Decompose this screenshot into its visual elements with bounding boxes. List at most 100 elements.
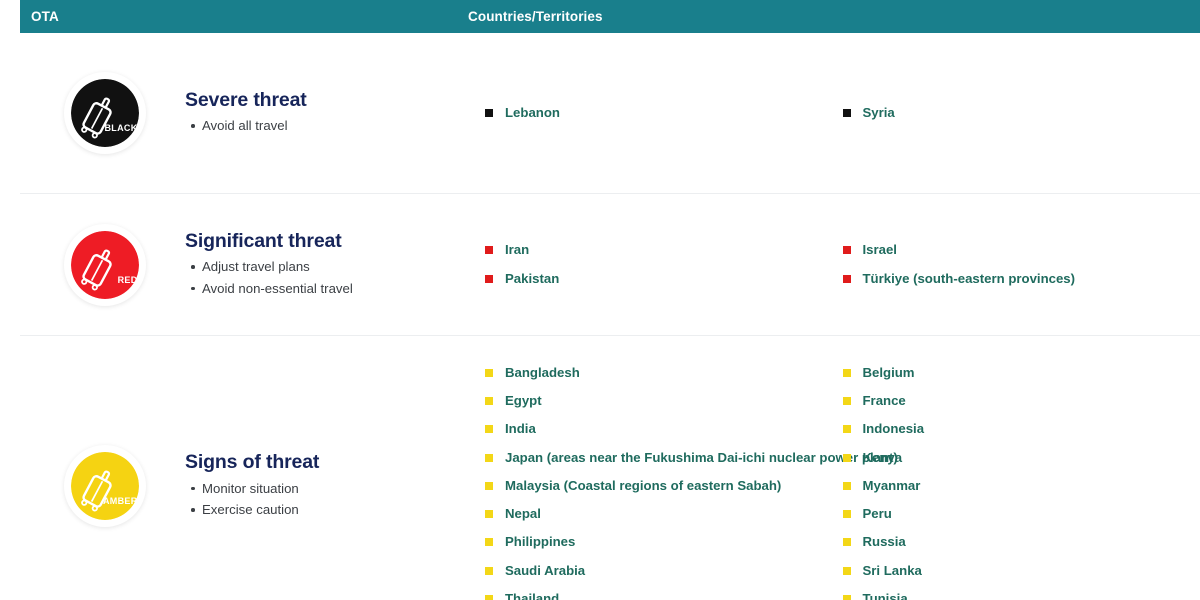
marker-square-icon: [843, 482, 851, 490]
country-item[interactable]: Japan (areas near the Fukushima Dai-ichi…: [485, 444, 843, 472]
country-item[interactable]: Kenya: [843, 444, 1200, 472]
badge-cell-red: RED: [20, 224, 185, 306]
country-item[interactable]: Peru: [843, 500, 1200, 528]
marker-square-icon: [843, 595, 851, 600]
suitcase-icon: [71, 79, 139, 147]
marker-square-icon: [485, 510, 493, 518]
country-name: Tunisia: [863, 591, 908, 600]
country-name: India: [505, 421, 536, 436]
threat-title-amber: Signs of threat: [185, 451, 485, 474]
marker-square-icon: [843, 454, 851, 462]
country-item[interactable]: Thailand: [485, 585, 843, 600]
marker-square-icon: [485, 595, 493, 600]
country-name: Egypt: [505, 393, 542, 408]
country-item[interactable]: Russia: [843, 528, 1200, 556]
country-item[interactable]: France: [843, 387, 1200, 415]
threat-title-red: Significant threat: [185, 230, 485, 253]
travel-threat-level-table: OTA Countries/Territories: [0, 0, 1200, 600]
country-name: Lebanon: [505, 105, 560, 120]
country-name: Saudi Arabia: [505, 563, 585, 578]
country-name: Türkiye (south-eastern provinces): [863, 271, 1076, 286]
marker-square-icon: [485, 369, 493, 377]
country-name: Israel: [863, 242, 897, 257]
country-name: Japan (areas near the Fukushima Dai-ichi…: [505, 450, 898, 465]
country-item[interactable]: Bangladesh: [485, 359, 843, 387]
label-cell-black: Severe threat Avoid all travel: [185, 89, 485, 137]
threat-row-red: RED Significant threat Adjust travel pla…: [20, 194, 1200, 336]
country-item[interactable]: Saudi Arabia: [485, 557, 843, 585]
country-column-left-black: Lebanon: [485, 99, 843, 127]
country-name: Myanmar: [863, 478, 921, 493]
country-column-left-red: Iran Pakistan: [485, 236, 843, 292]
country-item[interactable]: Egypt: [485, 387, 843, 415]
threat-actions-black: Avoid all travel: [185, 115, 485, 137]
country-item[interactable]: Philippines: [485, 528, 843, 556]
country-item[interactable]: Lebanon: [485, 99, 843, 127]
marker-square-icon: [843, 275, 851, 283]
threat-action: Avoid non-essential travel: [202, 278, 485, 300]
country-name: Iran: [505, 242, 529, 257]
country-column-left-amber: Bangladesh Egypt India Japan (areas near…: [485, 359, 843, 600]
marker-square-icon: [485, 397, 493, 405]
column-header-countries: Countries/Territories: [468, 9, 603, 24]
marker-square-icon: [485, 246, 493, 254]
threat-action: Monitor situation: [202, 478, 485, 500]
marker-square-icon: [485, 567, 493, 575]
marker-square-icon: [843, 538, 851, 546]
country-name: Bangladesh: [505, 365, 580, 380]
countries-cell-black: Lebanon Syria: [485, 99, 1200, 127]
country-column-right-black: Syria: [843, 99, 1200, 127]
country-item[interactable]: Türkiye (south-eastern provinces): [843, 265, 1200, 293]
suitcase-icon: [71, 452, 139, 520]
threat-action: Exercise caution: [202, 499, 485, 521]
country-item[interactable]: Syria: [843, 99, 1200, 127]
threat-row-amber: AMBER Signs of threat Monitor situation …: [20, 336, 1200, 600]
country-name: Philippines: [505, 534, 575, 549]
country-name: Malaysia (Coastal regions of eastern Sab…: [505, 478, 781, 493]
country-item[interactable]: India: [485, 415, 843, 443]
threat-action: Avoid all travel: [202, 115, 485, 137]
country-item[interactable]: Indonesia: [843, 415, 1200, 443]
country-name: Syria: [863, 105, 895, 120]
country-column-right-red: Israel Türkiye (south-eastern provinces): [843, 236, 1200, 292]
marker-square-icon: [485, 454, 493, 462]
country-item[interactable]: Belgium: [843, 359, 1200, 387]
countries-cell-red: Iran Pakistan Israel Türkiye (south-east…: [485, 236, 1200, 292]
marker-square-icon: [843, 510, 851, 518]
country-name: Thailand: [505, 591, 559, 600]
country-item[interactable]: Tunisia: [843, 585, 1200, 600]
label-cell-amber: Signs of threat Monitor situation Exerci…: [185, 451, 485, 520]
country-item[interactable]: Myanmar: [843, 472, 1200, 500]
threat-title-black: Severe threat: [185, 89, 485, 112]
threat-actions-red: Adjust travel plans Avoid non-essential …: [185, 256, 485, 299]
label-cell-red: Significant threat Adjust travel plans A…: [185, 230, 485, 299]
marker-square-icon: [485, 425, 493, 433]
country-name: France: [863, 393, 906, 408]
country-item[interactable]: Malaysia (Coastal regions of eastern Sab…: [485, 472, 843, 500]
country-item[interactable]: Nepal: [485, 500, 843, 528]
marker-square-icon: [485, 482, 493, 490]
threat-badge-black: BLACK: [64, 72, 146, 154]
table-header: OTA Countries/Territories: [20, 0, 1200, 33]
threat-row-black: BLACK Severe threat Avoid all travel Leb…: [20, 33, 1200, 194]
countries-cell-amber: Bangladesh Egypt India Japan (areas near…: [485, 359, 1200, 600]
threat-action: Adjust travel plans: [202, 256, 485, 278]
threat-level-rows: BLACK Severe threat Avoid all travel Leb…: [0, 33, 1200, 600]
marker-square-icon: [843, 246, 851, 254]
country-item[interactable]: Iran: [485, 236, 843, 264]
marker-square-icon: [485, 109, 493, 117]
threat-badge-red: RED: [64, 224, 146, 306]
country-item[interactable]: Sri Lanka: [843, 557, 1200, 585]
threat-actions-amber: Monitor situation Exercise caution: [185, 478, 485, 521]
column-header-ota: OTA: [31, 9, 59, 24]
country-item[interactable]: Pakistan: [485, 265, 843, 293]
marker-square-icon: [843, 109, 851, 117]
marker-square-icon: [843, 425, 851, 433]
country-name: Belgium: [863, 365, 915, 380]
marker-square-icon: [485, 275, 493, 283]
country-name: Sri Lanka: [863, 563, 922, 578]
badge-cell-black: BLACK: [20, 72, 185, 154]
country-name: Peru: [863, 506, 892, 521]
country-item[interactable]: Israel: [843, 236, 1200, 264]
country-name: Indonesia: [863, 421, 925, 436]
